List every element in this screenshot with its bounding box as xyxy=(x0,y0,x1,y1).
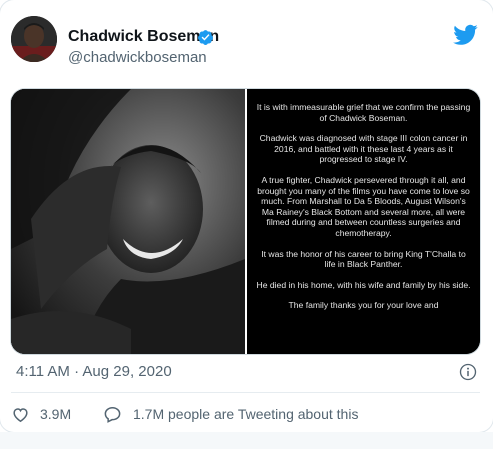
like-count: 3.9M xyxy=(40,406,72,422)
tweeting-about-text: 1.7M people are Tweeting about this xyxy=(133,406,359,422)
tweet-header: Chadwick Boseman @chadwickboseman xyxy=(11,14,483,70)
statement-paragraph: Chadwick was diagnosed with stage III co… xyxy=(259,133,468,165)
portrait-photo[interactable] xyxy=(11,89,245,354)
statement-paragraph: He died in his home, with his wife and f… xyxy=(256,279,471,290)
page-background xyxy=(0,432,493,449)
heart-icon xyxy=(13,407,28,422)
statement-paragraph: The family thanks you for your love and xyxy=(288,300,439,311)
timestamp[interactable]: 4:11 AM · Aug 29, 2020 xyxy=(16,363,172,380)
statement-paragraph: It was the honor of his career to bring … xyxy=(261,248,466,270)
twitter-bird-icon[interactable] xyxy=(453,24,478,46)
statement-paragraph: It is with immeasurable grief that we co… xyxy=(256,102,471,123)
conversation-button[interactable]: 1.7M people are Tweeting about this xyxy=(103,404,358,424)
verified-badge-icon xyxy=(198,30,213,45)
divider xyxy=(11,392,480,393)
tweet-actions: 3.9M 1.7M people are Tweeting about this xyxy=(11,404,480,424)
statement-image[interactable]: It is with immeasurable grief that we co… xyxy=(247,89,480,354)
speech-bubble-icon xyxy=(104,406,121,423)
avatar[interactable] xyxy=(11,16,57,62)
info-icon[interactable] xyxy=(459,363,477,381)
statement-paragraph: A true fighter, Chadwick persevered thro… xyxy=(257,174,470,238)
tweet-card: Chadwick Boseman @chadwickboseman It is … xyxy=(0,0,493,432)
media-attachment[interactable]: It is with immeasurable grief that we co… xyxy=(11,89,480,354)
handle[interactable]: @chadwickboseman xyxy=(68,49,207,66)
like-button[interactable]: 3.9M xyxy=(11,404,71,424)
